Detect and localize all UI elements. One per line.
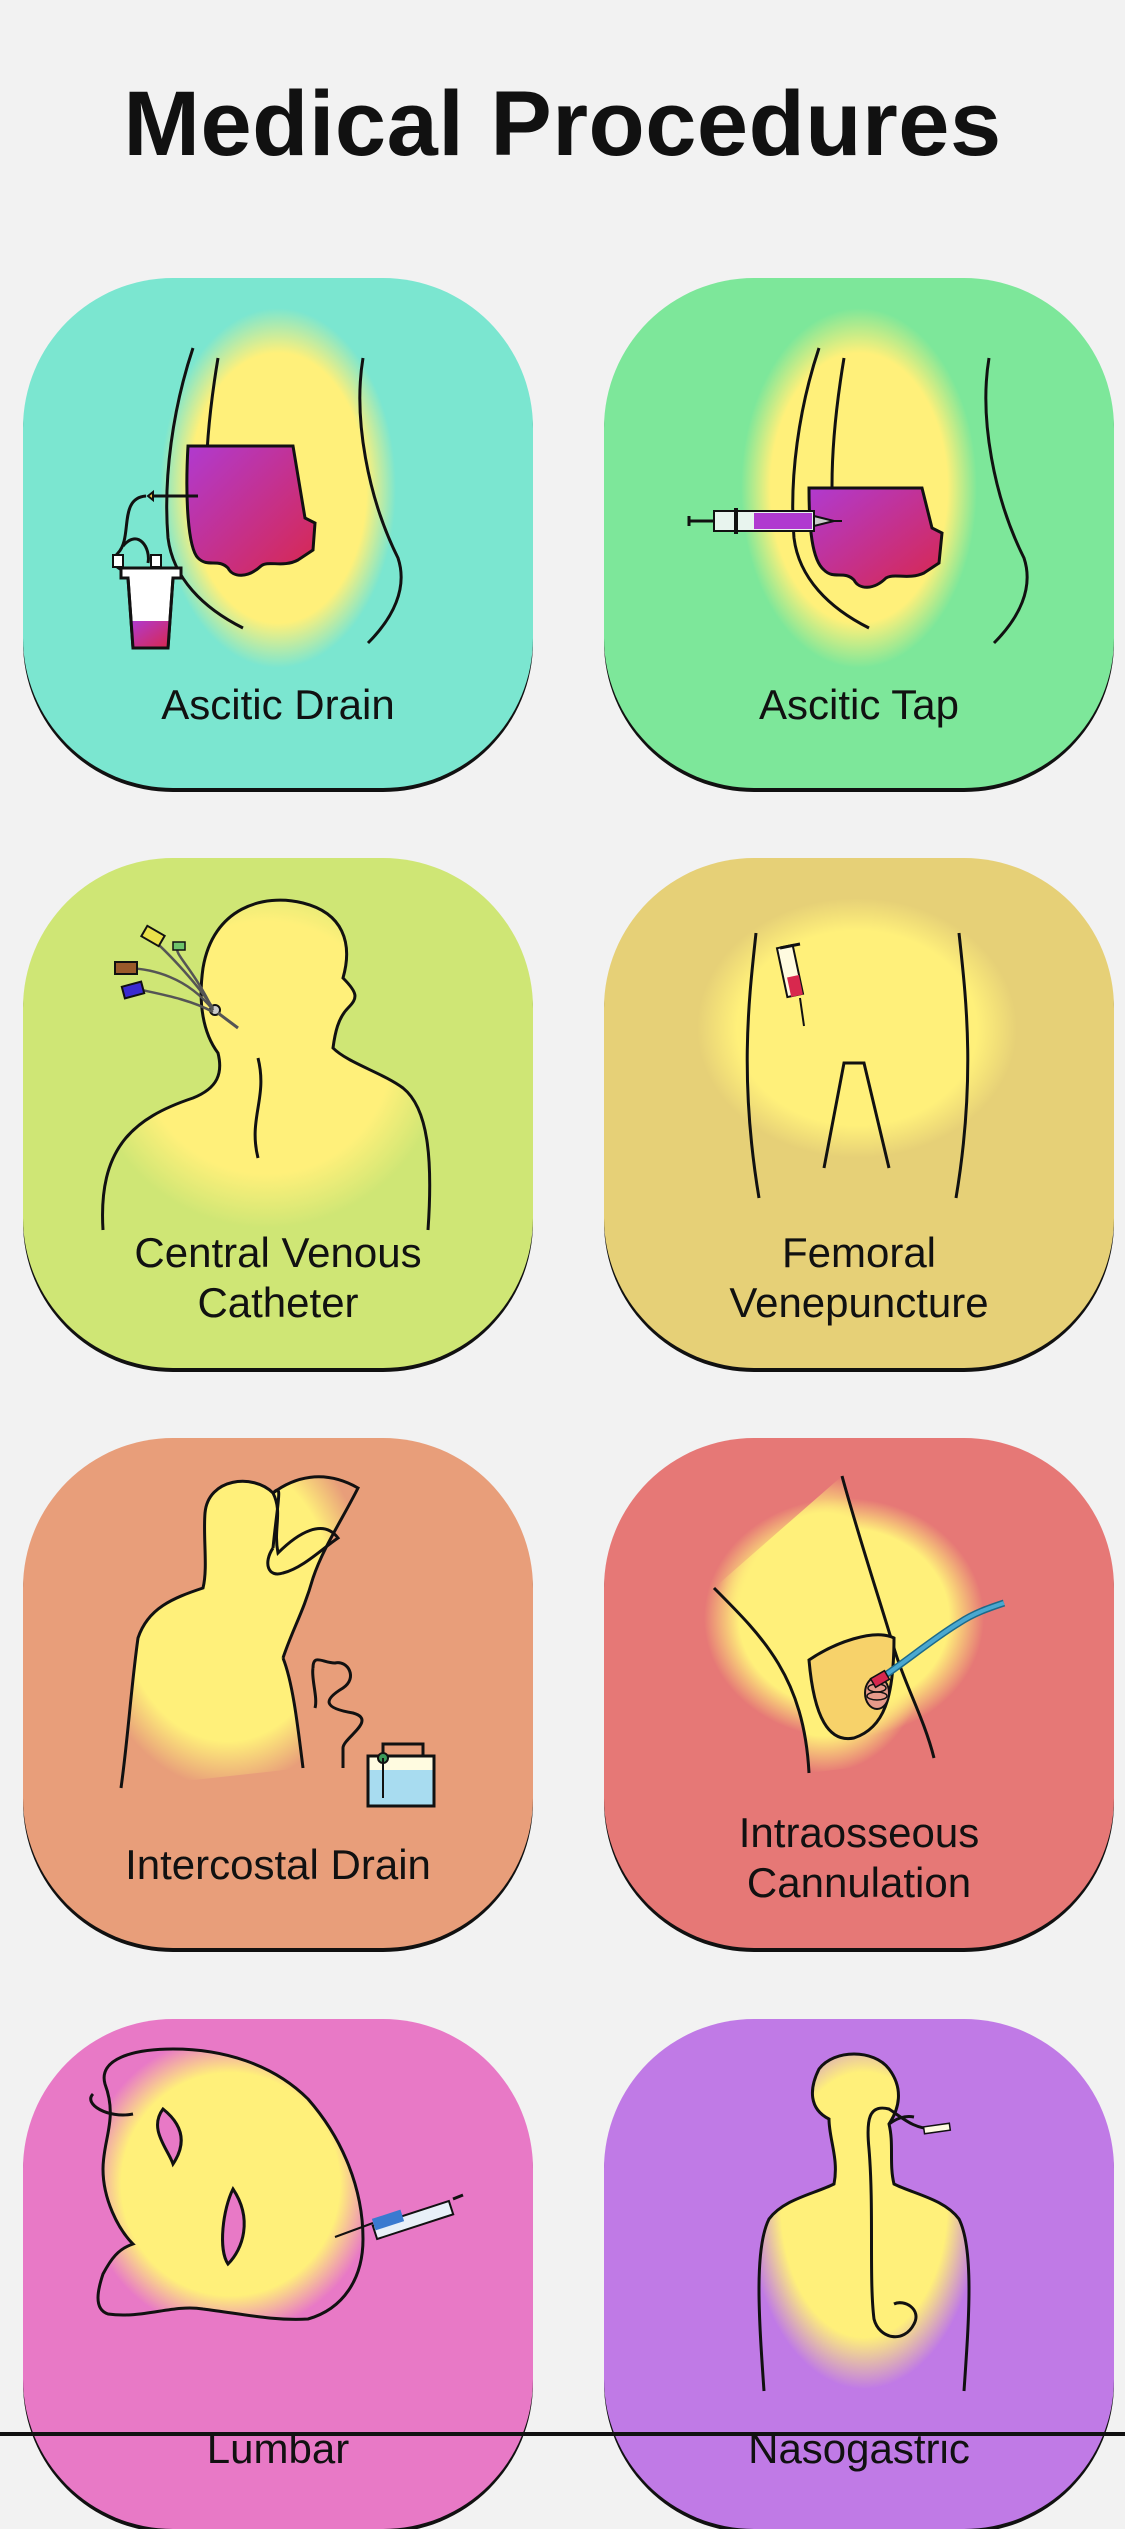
tile-ascitic-drain[interactable]: Ascitic Drain bbox=[23, 278, 533, 788]
tile-label-line: Catheter bbox=[197, 1279, 359, 1326]
tile-label-line: Venepuncture bbox=[729, 1279, 989, 1326]
tile-lumbar-puncture[interactable]: Lumbar bbox=[23, 2019, 533, 2529]
tile-label-line: Femoral bbox=[781, 1229, 937, 1276]
tile-label-line: Intraosseous bbox=[738, 1809, 980, 1856]
tile-intraosseous-cannulation[interactable]: Intraosseous Cannulation bbox=[604, 1438, 1114, 1948]
page-title: Medical Procedures bbox=[123, 73, 1002, 175]
tile-label: Ascitic Drain bbox=[161, 681, 395, 728]
tile-label: Femoral Venepuncture bbox=[604, 1228, 1114, 1328]
bottom-edge bbox=[0, 2432, 1125, 2436]
tile-femoral-venepuncture[interactable]: Femoral Venepuncture bbox=[604, 858, 1114, 1368]
tile-intercostal-drain[interactable]: Intercostal Drain bbox=[23, 1438, 533, 1948]
tile-label: Central Venous Catheter bbox=[23, 1228, 533, 1328]
tile-label: Intercostal Drain bbox=[125, 1841, 431, 1888]
tile-label-line: Cannulation bbox=[746, 1859, 972, 1906]
tile-central-venous-catheter[interactable]: Central Venous Catheter bbox=[23, 858, 533, 1368]
tile-label-line: Central Venous bbox=[134, 1229, 422, 1276]
tile-label: Ascitic Tap bbox=[759, 681, 959, 728]
tile-nasogastric[interactable]: Nasogastric bbox=[604, 2019, 1114, 2529]
tile-ascitic-tap[interactable]: Ascitic Tap bbox=[604, 278, 1114, 788]
tile-label: Intraosseous Cannulation bbox=[604, 1808, 1114, 1908]
